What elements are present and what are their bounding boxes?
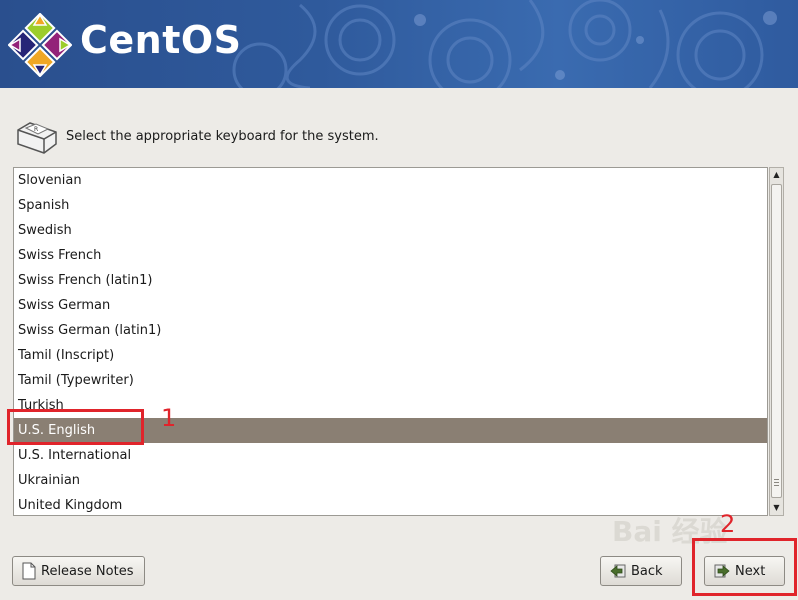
scrollbar-grip xyxy=(774,479,779,480)
annotation-box-1 xyxy=(7,409,144,445)
list-item[interactable]: Swiss German (latin1) xyxy=(14,318,767,343)
annotation-number-2: 2 xyxy=(720,510,736,538)
list-item[interactable]: Swiss French (latin1) xyxy=(14,268,767,293)
scrollbar-grip xyxy=(774,482,779,483)
brand-name: CentOS xyxy=(80,18,242,62)
annotation-box-2 xyxy=(692,538,797,596)
list-item[interactable]: Swiss French xyxy=(14,243,767,268)
document-icon xyxy=(21,562,37,580)
centos-logo-icon xyxy=(8,13,72,77)
release-notes-button[interactable]: Release Notes xyxy=(12,556,145,586)
back-label: Back xyxy=(631,563,663,579)
keyboard-prompt-text: Select the appropriate keyboard for the … xyxy=(66,129,379,144)
keyboard-icon: R xyxy=(17,122,57,154)
header-banner: CentOS xyxy=(0,0,798,88)
list-item[interactable]: Swedish xyxy=(14,218,767,243)
scroll-up-arrow-icon[interactable]: ▲ xyxy=(770,168,783,182)
list-item[interactable]: U.S. International xyxy=(14,443,767,468)
list-item[interactable]: Swiss German xyxy=(14,293,767,318)
svg-text:R: R xyxy=(34,126,38,133)
list-item[interactable]: Ukrainian xyxy=(14,468,767,493)
list-item[interactable]: Tamil (Inscript) xyxy=(14,343,767,368)
release-notes-label: Release Notes xyxy=(41,563,134,579)
scrollbar-thumb[interactable] xyxy=(771,184,782,498)
list-item[interactable]: Slovenian xyxy=(14,168,767,193)
list-item[interactable]: Tamil (Typewriter) xyxy=(14,368,767,393)
keyboard-list[interactable]: Slovenian Spanish Swedish Swiss French S… xyxy=(13,167,768,516)
list-scrollbar[interactable]: ▲ ▼ xyxy=(769,167,784,516)
back-arrow-icon xyxy=(609,563,627,579)
back-button[interactable]: Back xyxy=(600,556,682,586)
list-item[interactable]: Spanish xyxy=(14,193,767,218)
scrollbar-grip xyxy=(774,485,779,486)
scroll-down-arrow-icon[interactable]: ▼ xyxy=(770,501,783,515)
annotation-number-1: 1 xyxy=(161,404,177,432)
